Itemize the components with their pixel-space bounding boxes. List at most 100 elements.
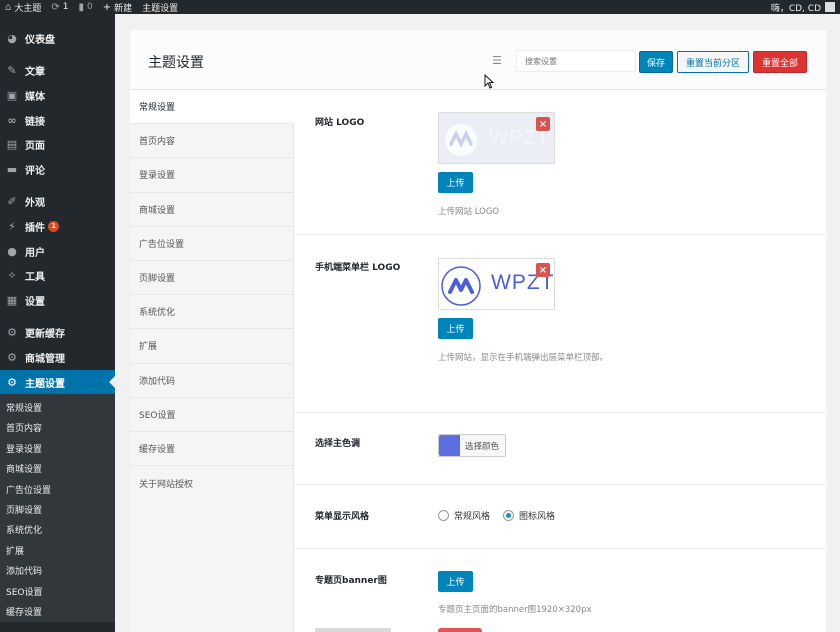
radio-label: 常规风格 <box>454 512 491 522</box>
submenu-item[interactable]: 广告位设置 <box>0 479 115 499</box>
menu-shop-manage-label: 商城管理 <box>25 353 65 365</box>
next-field-toggle[interactable] <box>438 628 482 632</box>
submenu-item[interactable]: 常规设置 <box>0 397 115 417</box>
new-content-link[interactable]: + 新建 <box>98 0 137 14</box>
submenu-item[interactable]: 页脚设置 <box>0 499 115 519</box>
tab-add-code[interactable]: 添加代码 <box>130 364 293 398</box>
menu-pages-label: 页面 <box>25 141 45 153</box>
comment-icon: ▮ <box>78 1 85 13</box>
plugin-icon: ⚡ <box>8 219 16 233</box>
brush-icon: ✐ <box>7 195 17 209</box>
tab-shop[interactable]: 商城设置 <box>130 193 293 227</box>
menu-posts[interactable]: ✎ 文章 <box>0 59 115 84</box>
theme-settings-label: 主题设置 <box>142 3 179 14</box>
pin-icon: ✎ <box>7 64 17 78</box>
gear-icon: ⚙ <box>7 326 17 340</box>
menu-settings[interactable]: ▦ 设置 <box>0 288 115 313</box>
comments-link[interactable]: ▮ 0 <box>74 0 98 14</box>
menu-update-cache-label: 更新缓存 <box>25 329 65 341</box>
updates-link[interactable]: ⟳ 1 <box>46 0 73 14</box>
field-label: 菜单显示风格 <box>315 512 370 522</box>
admin-bar: ⌂ 大主题 ⟳ 1 ▮ 0 + 新建 主题设置 嗨，CD, CD <box>0 0 840 14</box>
menu-shop-manage[interactable]: ⚙ 商城管理 <box>0 345 115 370</box>
field-description: 上传网站 LOGO <box>438 207 500 217</box>
account-menu[interactable]: 嗨，CD, CD <box>766 0 840 14</box>
tab-cache[interactable]: 缓存设置 <box>130 432 293 467</box>
submenu-item[interactable]: 添加代码 <box>0 560 115 580</box>
radio-icon-style[interactable] <box>503 510 515 521</box>
search-input[interactable] <box>516 50 636 72</box>
tab-seo[interactable]: SEO设置 <box>130 398 293 432</box>
theme-settings-submenu: 常规设置 首页内容 登录设置 商城设置 广告位设置 页脚设置 系统优化 扩展 添… <box>0 394 115 622</box>
tab-footer[interactable]: 页脚设置 <box>130 261 293 296</box>
gear-icon: ⚙ <box>7 350 17 364</box>
tab-home-content[interactable]: 首页内容 <box>130 124 293 159</box>
remove-logo-button[interactable]: × <box>536 117 550 131</box>
tab-license[interactable]: 关于网站授权 <box>130 466 293 500</box>
menu-pages[interactable]: ▤ 页面 <box>0 132 115 157</box>
menu-update-cache[interactable]: ⚙ 更新缓存 <box>0 321 115 346</box>
menu-tools[interactable]: ✧ 工具 <box>0 263 115 288</box>
menu-appearance-label: 外观 <box>25 198 45 210</box>
submenu-item[interactable]: 扩展 <box>0 540 115 560</box>
menu-dashboard[interactable]: ◕ 仪表盘 <box>0 26 115 51</box>
admin-sidebar: ◕ 仪表盘 ✎ 文章 ▣ 媒体 ∞ 链接 ▤ 页面 ▬ 评论 ✐ 外观 ⚡ 插件… <box>0 14 115 632</box>
field-label: 专题页banner图 <box>315 576 387 586</box>
menu-theme-settings[interactable]: ⚙ 主题设置 <box>0 369 115 395</box>
submenu-item[interactable]: 缓存设置 <box>0 601 115 621</box>
remove-logo-button[interactable]: × <box>536 263 550 277</box>
submenu-item[interactable]: 商城设置 <box>0 458 115 478</box>
menu-links[interactable]: ∞ 链接 <box>0 108 115 133</box>
comment-icon: ▬ <box>6 162 18 176</box>
tab-ads[interactable]: 广告位设置 <box>130 227 293 261</box>
field-description: 上传网站，显示在手机端弹出层菜单栏顶部。 <box>438 353 609 363</box>
reset-section-button[interactable]: 重置当前分区 <box>677 51 749 73</box>
mouse-cursor-icon <box>484 74 494 89</box>
menu-comments-label: 评论 <box>25 165 45 177</box>
panel-header: 主题设置 ☰ 保存 重置当前分区 重置全部 <box>130 30 826 90</box>
page-title: 主题设置 <box>148 55 204 71</box>
submenu-item[interactable]: SEO设置 <box>0 581 115 601</box>
menu-plugins-label: 插件 <box>25 222 45 234</box>
settings-tabs: 常规设置 首页内容 登录设置 商城设置 广告位设置 页脚设置 系统优化 扩展 添… <box>130 90 294 632</box>
save-button[interactable]: 保存 <box>639 51 673 73</box>
gear-icon: ⚙ <box>7 375 17 389</box>
menu-appearance[interactable]: ✐ 外观 <box>0 190 115 215</box>
menu-users[interactable]: ● 用户 <box>0 239 115 264</box>
tab-extend[interactable]: 扩展 <box>130 329 293 364</box>
greeting-text: 嗨，CD, CD <box>770 3 821 14</box>
settings-panel: 主题设置 ☰ 保存 重置当前分区 重置全部 常规设置 首页内容 登录设置 商城设… <box>130 30 826 632</box>
theme-settings-link[interactable]: 主题设置 <box>137 0 183 14</box>
menu-media[interactable]: ▣ 媒体 <box>0 83 115 108</box>
plugins-update-badge: 1 <box>48 220 59 232</box>
menu-theme-settings-label: 主题设置 <box>25 378 65 390</box>
tab-login[interactable]: 登录设置 <box>130 158 293 193</box>
color-picker-button[interactable]: 选择颜色 <box>438 434 506 457</box>
submenu-item[interactable]: 登录设置 <box>0 438 115 458</box>
list-icon[interactable]: ☰ <box>492 54 506 68</box>
reset-all-button[interactable]: 重置全部 <box>753 51 807 73</box>
tab-optimize[interactable]: 系统优化 <box>130 295 293 330</box>
refresh-icon: ⟳ <box>51 1 60 13</box>
submenu-item[interactable]: 首页内容 <box>0 418 115 438</box>
radio-normal-style[interactable] <box>438 510 449 521</box>
next-field-label-stub <box>315 628 391 632</box>
avatar <box>825 2 835 12</box>
link-icon: ∞ <box>7 113 17 127</box>
site-name-link[interactable]: ⌂ 大主题 <box>0 0 46 14</box>
site-name-label: 大主题 <box>14 3 42 14</box>
submenu-item[interactable]: 系统优化 <box>0 520 115 540</box>
menu-plugins[interactable]: ⚡ 插件 1 <box>0 214 115 239</box>
menu-links-label: 链接 <box>25 116 45 128</box>
tab-general[interactable]: 常规设置 <box>130 90 294 125</box>
updates-count: 1 <box>62 2 69 12</box>
color-swatch <box>439 435 460 456</box>
upload-banner-button[interactable]: 上传 <box>438 571 473 592</box>
home-icon: ⌂ <box>5 1 12 13</box>
menu-comments[interactable]: ▬ 评论 <box>0 157 115 182</box>
field-menu-style: 菜单显示风格 常规风格 图标风格 <box>294 485 826 549</box>
field-label: 选择主色调 <box>315 439 361 449</box>
user-icon: ● <box>7 244 17 258</box>
upload-mobile-logo-button[interactable]: 上传 <box>438 318 473 339</box>
upload-logo-button[interactable]: 上传 <box>438 172 473 193</box>
